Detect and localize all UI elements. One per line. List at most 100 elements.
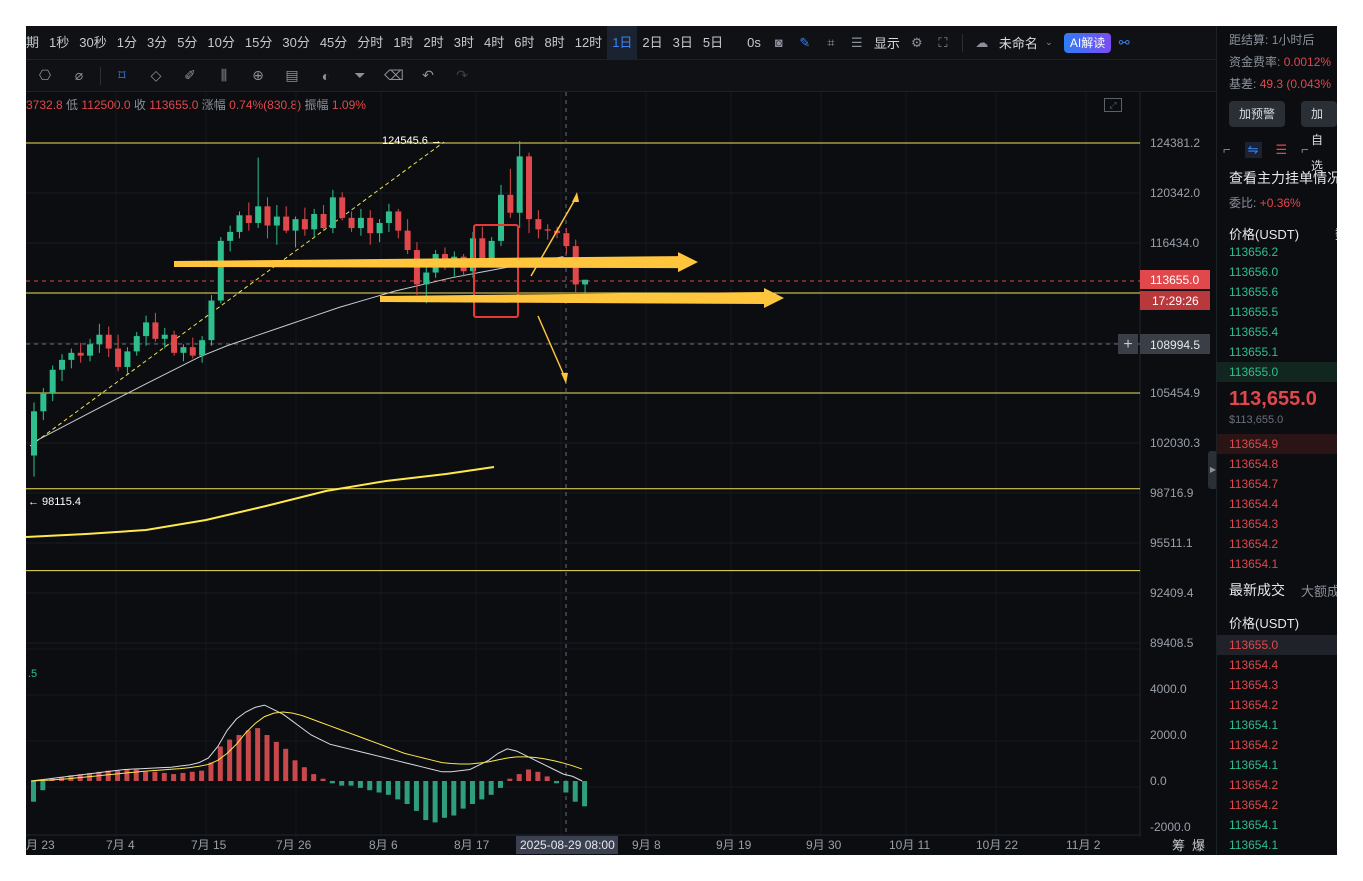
date-axis-label: 9月 19 [716,838,752,852]
fullscreen-icon[interactable]: ⛶ [930,35,956,51]
expand-icon[interactable]: ⤢ [1104,98,1122,112]
orderbook-both-icon[interactable]: ⌐ [1223,142,1231,158]
layout-name-dropdown[interactable]: 未命名 [995,33,1042,52]
pen-icon[interactable]: ✎ [792,35,818,51]
macd-bar [273,741,279,781]
candle-tool-icon[interactable]: ⫼ [207,67,241,84]
timeframe-16[interactable]: 12时 [570,26,607,60]
bid-row[interactable]: 113654.1 [1217,554,1337,574]
trade-row[interactable]: 113654.1 [1217,755,1337,775]
crop-icon[interactable]: ⌗ [818,35,844,51]
note-icon[interactable]: ▤ [275,67,309,84]
timeframe-7[interactable]: 30分 [277,26,314,60]
brush-icon[interactable]: ✐ [173,67,207,84]
ask-row[interactable]: 113655.4 [1217,322,1337,342]
timeframe-11[interactable]: 2时 [419,26,449,60]
timeframe-12[interactable]: 3时 [449,26,479,60]
ask-row[interactable]: 113655.1 [1217,342,1337,362]
ask-row[interactable]: 113656.0 [1217,262,1337,282]
timeframe-17[interactable]: 1日 [607,26,638,60]
macd-bar [498,781,503,788]
bid-row[interactable]: 113654.9 [1217,434,1337,454]
bid-row[interactable]: 113654.8 [1217,454,1337,474]
tab-latest-trades[interactable]: 最新成交 [1229,580,1285,600]
trade-row[interactable]: 113654.3 [1217,675,1337,695]
list-icon[interactable]: ☰ [844,35,870,51]
crosshair-add-icon: + [1123,336,1132,353]
candle-body [87,344,94,356]
trade-row[interactable]: 113654.1 [1217,715,1337,735]
chevron-down-icon[interactable]: ⌄ [1042,37,1056,48]
timeframe-13[interactable]: 4时 [479,26,509,60]
candle-body [133,336,140,352]
trade-row[interactable]: 113654.2 [1217,795,1337,815]
tab-large-trades[interactable]: 大额成 [1301,581,1337,600]
low-annotation: ← 98115.4 [28,496,81,508]
timeframe-partial[interactable]: 期 [26,26,44,60]
bid-row[interactable]: 113654.4 [1217,494,1337,514]
share-icon[interactable]: ⚯ [1111,35,1137,51]
magnet-icon[interactable]: ⎔ [28,67,62,84]
macd-bar [124,769,130,781]
timeframe-1[interactable]: 30秒 [74,26,111,60]
timeframe-18[interactable]: 2日 [637,26,667,60]
timeframe-19[interactable]: 3日 [668,26,698,60]
settings-gear-icon[interactable]: ⚙ [904,35,930,51]
timeframe-3[interactable]: 3分 [142,26,172,60]
add-watchlist-button[interactable]: 加自选 [1301,101,1337,173]
orderbook-title[interactable]: 查看主力挂单情况 [1229,168,1337,188]
bid-row[interactable]: 113654.2 [1217,534,1337,554]
ask-row[interactable]: 113655.5 [1217,302,1337,322]
trash-icon[interactable]: ⌫ [377,67,411,84]
camera-icon[interactable]: ◙ [766,35,792,50]
orderbook-bids-icon[interactable]: ⇋ [1244,142,1262,158]
timeframe-6[interactable]: 15分 [240,26,277,60]
macd-bar [255,728,261,781]
lock-icon[interactable]: ⊕ [241,67,275,84]
ai-interpret-button[interactable]: AI解读 [1063,32,1112,53]
add-alert-button[interactable]: 加预警 [1229,101,1286,127]
timeframe-4[interactable]: 5分 [172,26,202,60]
ratio-label: 委比: [1229,196,1257,210]
bid-row[interactable]: 113654.7 [1217,474,1337,494]
filter-icon[interactable]: ⏷ [343,67,377,84]
display-button[interactable]: 显示 [870,33,904,52]
arrow-support-shape [380,288,784,309]
undo-icon[interactable]: ↶ [411,67,445,84]
timeframe-10[interactable]: 1时 [388,26,418,60]
ruler-icon[interactable]: ◇ [139,67,173,84]
orderbook-asks-icon[interactable]: ☰ [1276,142,1288,158]
timeframe-14[interactable]: 6时 [509,26,539,60]
timeframe-2[interactable]: 1分 [112,26,142,60]
trade-row[interactable]: 113655.0 [1217,635,1337,655]
high-annotation: 124545.6 → [382,135,442,147]
macd-bar [171,774,177,781]
timeframe-15[interactable]: 8时 [539,26,569,60]
bid-row[interactable]: 113654.3 [1217,514,1337,534]
timeframe-20[interactable]: 5日 [698,26,728,60]
redo-icon[interactable]: ↷ [445,67,479,84]
macd-bar [535,771,541,781]
macd-bar [432,781,438,823]
bookmark-icon[interactable]: ⌑ [105,67,139,84]
timeframe-0[interactable]: 1秒 [44,26,74,60]
ask-row[interactable]: 113655.6 [1217,282,1337,302]
timeframe-9[interactable]: 分时 [352,26,388,60]
ask-row[interactable]: 113656.2 [1217,242,1337,262]
eraser-icon[interactable]: ⌀ [62,67,96,84]
ask-row[interactable]: 113655.0 [1217,362,1337,382]
price-chart[interactable]: 124545.6 → ← 98115.4 124381.2 120342.0 11643… [26,92,1216,855]
orderbook-more-icon[interactable]: ⌐ [1301,142,1309,158]
trade-row[interactable]: 113654.4 [1217,655,1337,675]
trade-row[interactable]: 113654.1 [1217,815,1337,835]
paint-icon[interactable]: ◐ [309,68,343,84]
trade-row[interactable]: 113654.2 [1217,695,1337,715]
candle-body [180,347,187,353]
timeframe-5[interactable]: 10分 [202,26,239,60]
arrow-down-thin [537,315,567,381]
trade-row[interactable]: 113654.1 [1217,835,1337,855]
trade-row[interactable]: 113654.2 [1217,775,1337,795]
trade-row[interactable]: 113654.2 [1217,735,1337,755]
timeframe-8[interactable]: 45分 [315,26,352,60]
candle-body [227,231,234,241]
